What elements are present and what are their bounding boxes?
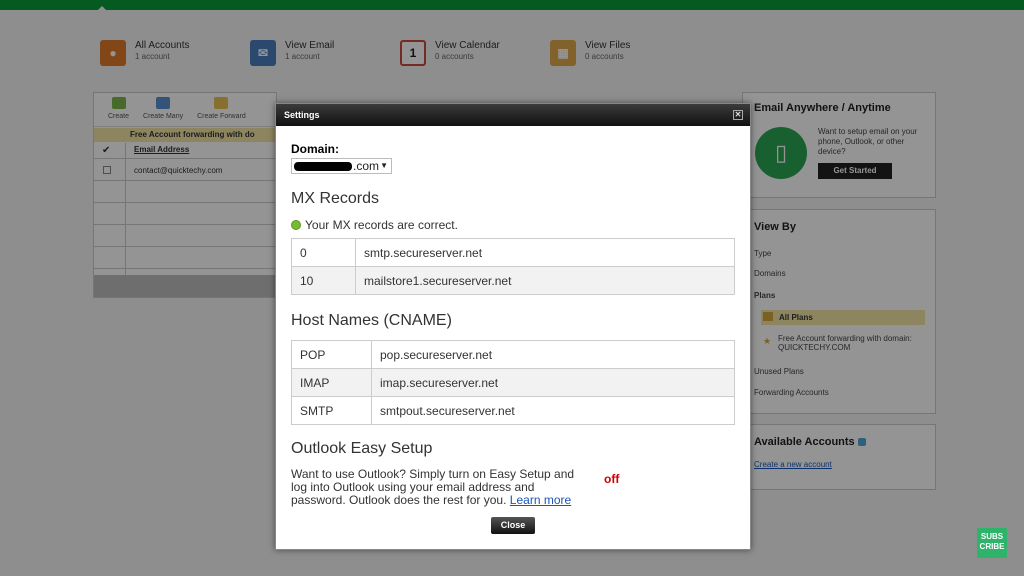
outlook-setup-heading: Outlook Easy Setup xyxy=(291,440,433,457)
dialog-title: Settings xyxy=(284,110,320,120)
subscribe-badge[interactable]: SUBS CRIBE xyxy=(977,528,1007,558)
mx-status: Your MX records are correct. xyxy=(291,218,458,232)
learn-more-link[interactable]: Learn more xyxy=(510,493,571,507)
mx-records-table: 0 smtp.secureserver.net 10 mailstore1.se… xyxy=(291,238,735,295)
table-row: IMAP imap.secureserver.net xyxy=(291,368,735,397)
table-row: POP pop.secureserver.net xyxy=(291,340,735,369)
subscribe-line2: CRIBE xyxy=(979,542,1005,551)
mx-host: mailstore1.secureserver.net xyxy=(355,266,735,295)
domain-label: Domain: xyxy=(291,142,339,156)
cname-heading: Host Names (CNAME) xyxy=(291,312,452,329)
table-row: 10 mailstore1.secureserver.net xyxy=(291,266,735,295)
cname-host: imap.secureserver.net xyxy=(371,368,735,397)
table-row: 0 smtp.secureserver.net xyxy=(291,238,735,267)
mx-priority: 0 xyxy=(291,238,356,267)
dropdown-arrow-icon: ▼ xyxy=(380,161,388,170)
close-button[interactable]: Close xyxy=(491,517,535,534)
mx-status-text: Your MX records are correct. xyxy=(305,218,458,232)
cname-name: POP xyxy=(291,340,372,369)
table-row: SMTP smtpout.secureserver.net xyxy=(291,396,735,425)
subscribe-line1: SUBS xyxy=(980,532,1004,541)
domain-select[interactable]: .com ▼ xyxy=(291,158,392,174)
check-circle-icon xyxy=(291,220,301,230)
mx-priority: 10 xyxy=(291,266,356,295)
cname-name: IMAP xyxy=(291,368,372,397)
domain-suffix: .com xyxy=(353,159,380,173)
easy-setup-toggle[interactable]: off xyxy=(604,472,619,486)
dialog-title-bar: Settings ✕ xyxy=(276,104,750,126)
cname-host: pop.secureserver.net xyxy=(371,340,735,369)
close-icon[interactable]: ✕ xyxy=(733,110,743,120)
outlook-setup-description: Want to use Outlook? Simply turn on Easy… xyxy=(291,468,591,507)
cname-host: smtpout.secureserver.net xyxy=(371,396,735,425)
redacted-domain xyxy=(294,162,352,172)
cname-table: POP pop.secureserver.net IMAP imap.secur… xyxy=(291,340,735,425)
cname-name: SMTP xyxy=(291,396,372,425)
mx-host: smtp.secureserver.net xyxy=(355,238,735,267)
mx-records-heading: MX Records xyxy=(291,190,380,207)
settings-dialog: Settings ✕ Domain: .com ▼ MX Records You… xyxy=(275,103,751,550)
